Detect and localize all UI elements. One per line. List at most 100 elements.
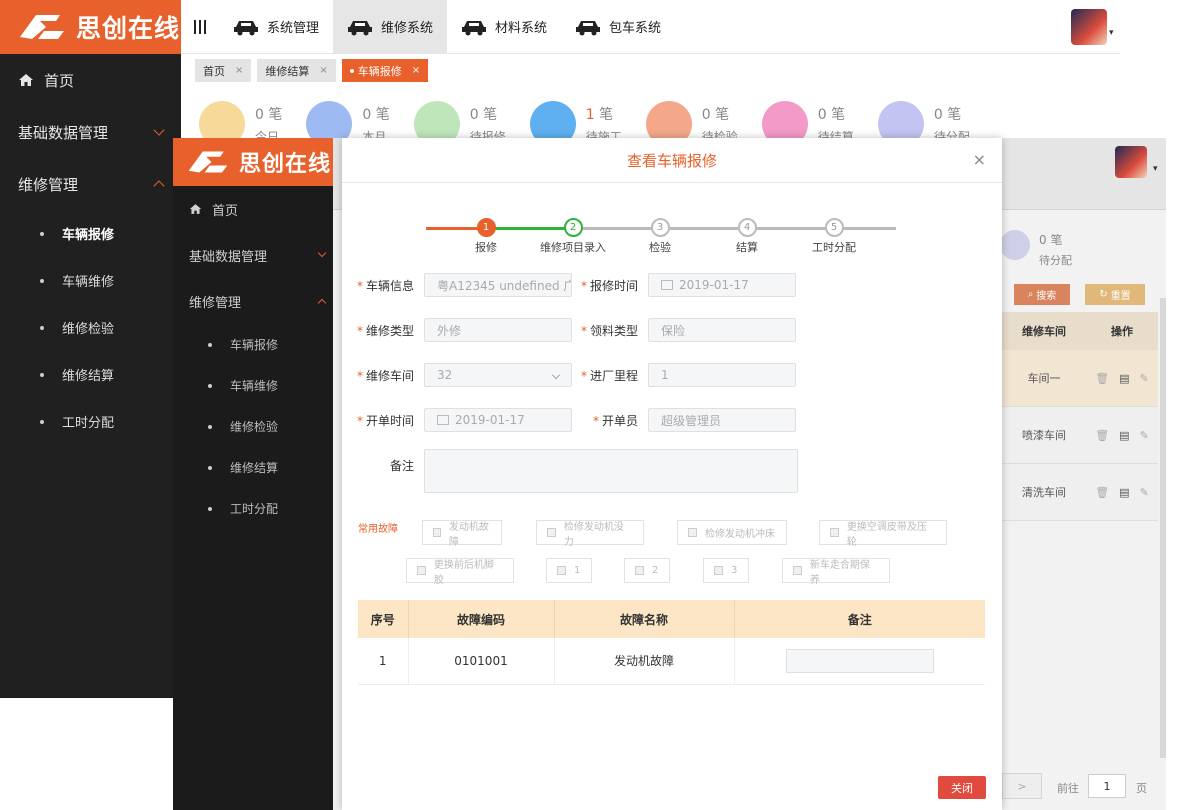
tab-report[interactable]: 车辆报修 × bbox=[341, 59, 429, 82]
sidebar-2: 首页 基础数据管理 维修管理 车辆报修 车辆维修 维修检验 维修结算 工时分配 bbox=[173, 186, 333, 810]
brand-logo[interactable]: 思创在线 bbox=[0, 0, 181, 54]
fault-checkbox[interactable]: 更换前后机脚胶 bbox=[406, 558, 514, 586]
page-input[interactable]: 1 bbox=[1088, 774, 1126, 798]
avatar[interactable] bbox=[1115, 146, 1147, 178]
sidebar-sub-label: 工时分配 bbox=[230, 502, 279, 516]
view-repair-dialog: 查看车辆报修 × 1 报修 2 维修项目录入 3 检验 4 结算 5 工时分配 * 车辆信息… bbox=[342, 138, 1002, 810]
dialog-title: 查看车辆报修 bbox=[626, 151, 717, 170]
sidebar-sub-label: 车辆维修 bbox=[230, 379, 279, 393]
edit-icon[interactable]: ✎ bbox=[1140, 429, 1149, 442]
caret-down-icon[interactable]: ▾ bbox=[1153, 164, 1158, 174]
avatar[interactable] bbox=[1071, 9, 1107, 45]
close-button[interactable]: 关闭 bbox=[938, 776, 986, 799]
menu-toggle[interactable] bbox=[181, 19, 219, 35]
brand-logo-2[interactable]: 思创在线 bbox=[173, 138, 333, 186]
close-icon[interactable]: × bbox=[412, 65, 420, 76]
stat-count: 0 笔 bbox=[470, 104, 506, 124]
fault-checkbox[interactable]: 检修发动机冲床 bbox=[677, 520, 787, 545]
mileage-input[interactable]: 1 bbox=[648, 363, 796, 387]
checkbox-icon bbox=[688, 528, 697, 537]
checkbox-label: 3 bbox=[731, 565, 738, 576]
stat-number: 0 bbox=[469, 106, 479, 123]
stat-unit: 笔 bbox=[1050, 233, 1063, 247]
material-type-input[interactable]: 保险 bbox=[648, 318, 796, 342]
delete-icon[interactable]: 🗑 bbox=[1095, 429, 1109, 442]
next-page-button[interactable]: > bbox=[1002, 773, 1042, 799]
fault-checkbox[interactable]: 发动机故障 bbox=[422, 520, 502, 548]
report-time-input[interactable]: 2019-01-17 bbox=[648, 273, 796, 297]
bullet-icon bbox=[40, 278, 44, 283]
stat-unit: 笔 bbox=[375, 106, 390, 123]
bullet-icon bbox=[40, 419, 44, 424]
sidebar-item-home[interactable]: 首页 bbox=[0, 54, 181, 106]
fault-checkbox[interactable]: 新车走合期保养 bbox=[782, 558, 890, 586]
sidebar-sub-inspect[interactable]: 维修检验 bbox=[173, 406, 333, 447]
nav-repair[interactable]: 维修系统 bbox=[333, 0, 448, 54]
sidebar-item-home[interactable]: 首页 bbox=[173, 186, 333, 232]
edit-icon[interactable]: ✎ bbox=[1140, 372, 1149, 385]
sidebar-item-basic[interactable]: 基础数据管理 bbox=[0, 106, 181, 158]
fault-checkbox[interactable]: 3 bbox=[703, 558, 749, 583]
sidebar-sub-hours[interactable]: 工时分配 bbox=[173, 488, 333, 529]
sidebar-item-repair[interactable]: 维修管理 bbox=[0, 158, 181, 210]
field-remark: 备注 bbox=[352, 449, 798, 493]
view-icon[interactable]: ▤ bbox=[1119, 486, 1129, 499]
tab-home[interactable]: 首页 × bbox=[195, 59, 252, 82]
scrollbar[interactable] bbox=[1160, 298, 1166, 758]
sidebar-sub-repair[interactable]: 车辆维修 bbox=[0, 257, 181, 304]
field-label: * 维修车间 bbox=[356, 368, 414, 383]
view-icon[interactable]: ▤ bbox=[1119, 372, 1129, 385]
tab-settle[interactable]: 维修结算 × bbox=[257, 59, 336, 82]
fault-checkbox[interactable]: 检修发动机没力 bbox=[536, 520, 644, 548]
repair-type-input[interactable]: 外修 bbox=[424, 318, 572, 342]
sidebar-sub-settle[interactable]: 维修结算 bbox=[0, 351, 181, 398]
field-report-time: * 报修时间 2019-01-17 bbox=[576, 273, 796, 297]
col-header: 故障名称 bbox=[554, 600, 735, 638]
sidebar-sub-hours[interactable]: 工时分配 bbox=[0, 398, 181, 445]
workshop-select[interactable]: 32 bbox=[424, 363, 572, 387]
fault-checkbox[interactable]: 更换空调皮带及压轮 bbox=[819, 520, 947, 548]
sidebar-item-repair[interactable]: 维修管理 bbox=[173, 278, 333, 324]
remark-textarea[interactable] bbox=[424, 449, 798, 493]
vehicle-input[interactable]: 粤A12345 undefined 广 bbox=[424, 273, 572, 297]
opener-input[interactable]: 超级管理员 bbox=[648, 408, 796, 432]
delete-icon[interactable]: 🗑 bbox=[1095, 486, 1109, 499]
close-icon[interactable]: × bbox=[973, 150, 986, 169]
field-label: * 领料类型 bbox=[580, 323, 638, 338]
nav-system[interactable]: 系统管理 bbox=[219, 0, 333, 54]
sidebar-sub-repair[interactable]: 车辆维修 bbox=[173, 365, 333, 406]
sidebar-sub-report[interactable]: 车辆报修 bbox=[0, 210, 181, 257]
calendar-icon bbox=[437, 415, 449, 425]
fault-checkbox[interactable]: 2 bbox=[624, 558, 670, 583]
fault-checkbox[interactable]: 1 bbox=[546, 558, 592, 583]
label-text: 领料类型 bbox=[589, 323, 638, 338]
nav-material[interactable]: 材料系统 bbox=[447, 0, 561, 54]
sidebar-label: 维修管理 bbox=[18, 175, 79, 194]
close-icon[interactable]: × bbox=[235, 65, 243, 76]
edit-icon[interactable]: ✎ bbox=[1140, 486, 1149, 499]
chevron-down-icon bbox=[317, 248, 327, 258]
field-label: * 开单时间 bbox=[356, 413, 414, 428]
pager-suffix-label: 页 bbox=[1136, 782, 1147, 795]
nav-charter[interactable]: 包车系统 bbox=[561, 0, 675, 54]
reset-button[interactable]: ↻ 重置 bbox=[1085, 284, 1145, 305]
caret-down-icon[interactable]: ▾ bbox=[1109, 28, 1114, 38]
chevron-down-icon bbox=[551, 370, 561, 380]
checkbox-label: 新车走合期保养 bbox=[809, 559, 870, 586]
stat-unit: 笔 bbox=[831, 106, 846, 123]
field-label: * 维修类型 bbox=[356, 323, 414, 338]
checkbox-label: 更换空调皮带及压轮 bbox=[846, 521, 927, 548]
table-header: 维修车间 操作 bbox=[1002, 312, 1158, 350]
view-icon[interactable]: ▤ bbox=[1119, 429, 1129, 442]
sidebar-sub-report[interactable]: 车辆报修 bbox=[173, 324, 333, 365]
table-body: 车间一 🗑 ▤ ✎ 喷漆车间 🗑 ▤ ✎ 清洗车间 🗑 ▤ ✎ bbox=[1002, 350, 1158, 521]
search-button[interactable]: ⌕ 搜索 bbox=[1014, 284, 1070, 305]
delete-icon[interactable]: 🗑 bbox=[1095, 372, 1109, 385]
sidebar-sub-inspect[interactable]: 维修检验 bbox=[0, 304, 181, 351]
close-icon[interactable]: × bbox=[319, 65, 327, 76]
remark-input[interactable] bbox=[785, 648, 934, 673]
open-time-input[interactable]: 2019-01-17 bbox=[424, 408, 572, 432]
sidebar-sub-settle[interactable]: 维修结算 bbox=[173, 447, 333, 488]
field-label: * 进厂里程 bbox=[580, 368, 638, 383]
sidebar-item-basic[interactable]: 基础数据管理 bbox=[173, 232, 333, 278]
